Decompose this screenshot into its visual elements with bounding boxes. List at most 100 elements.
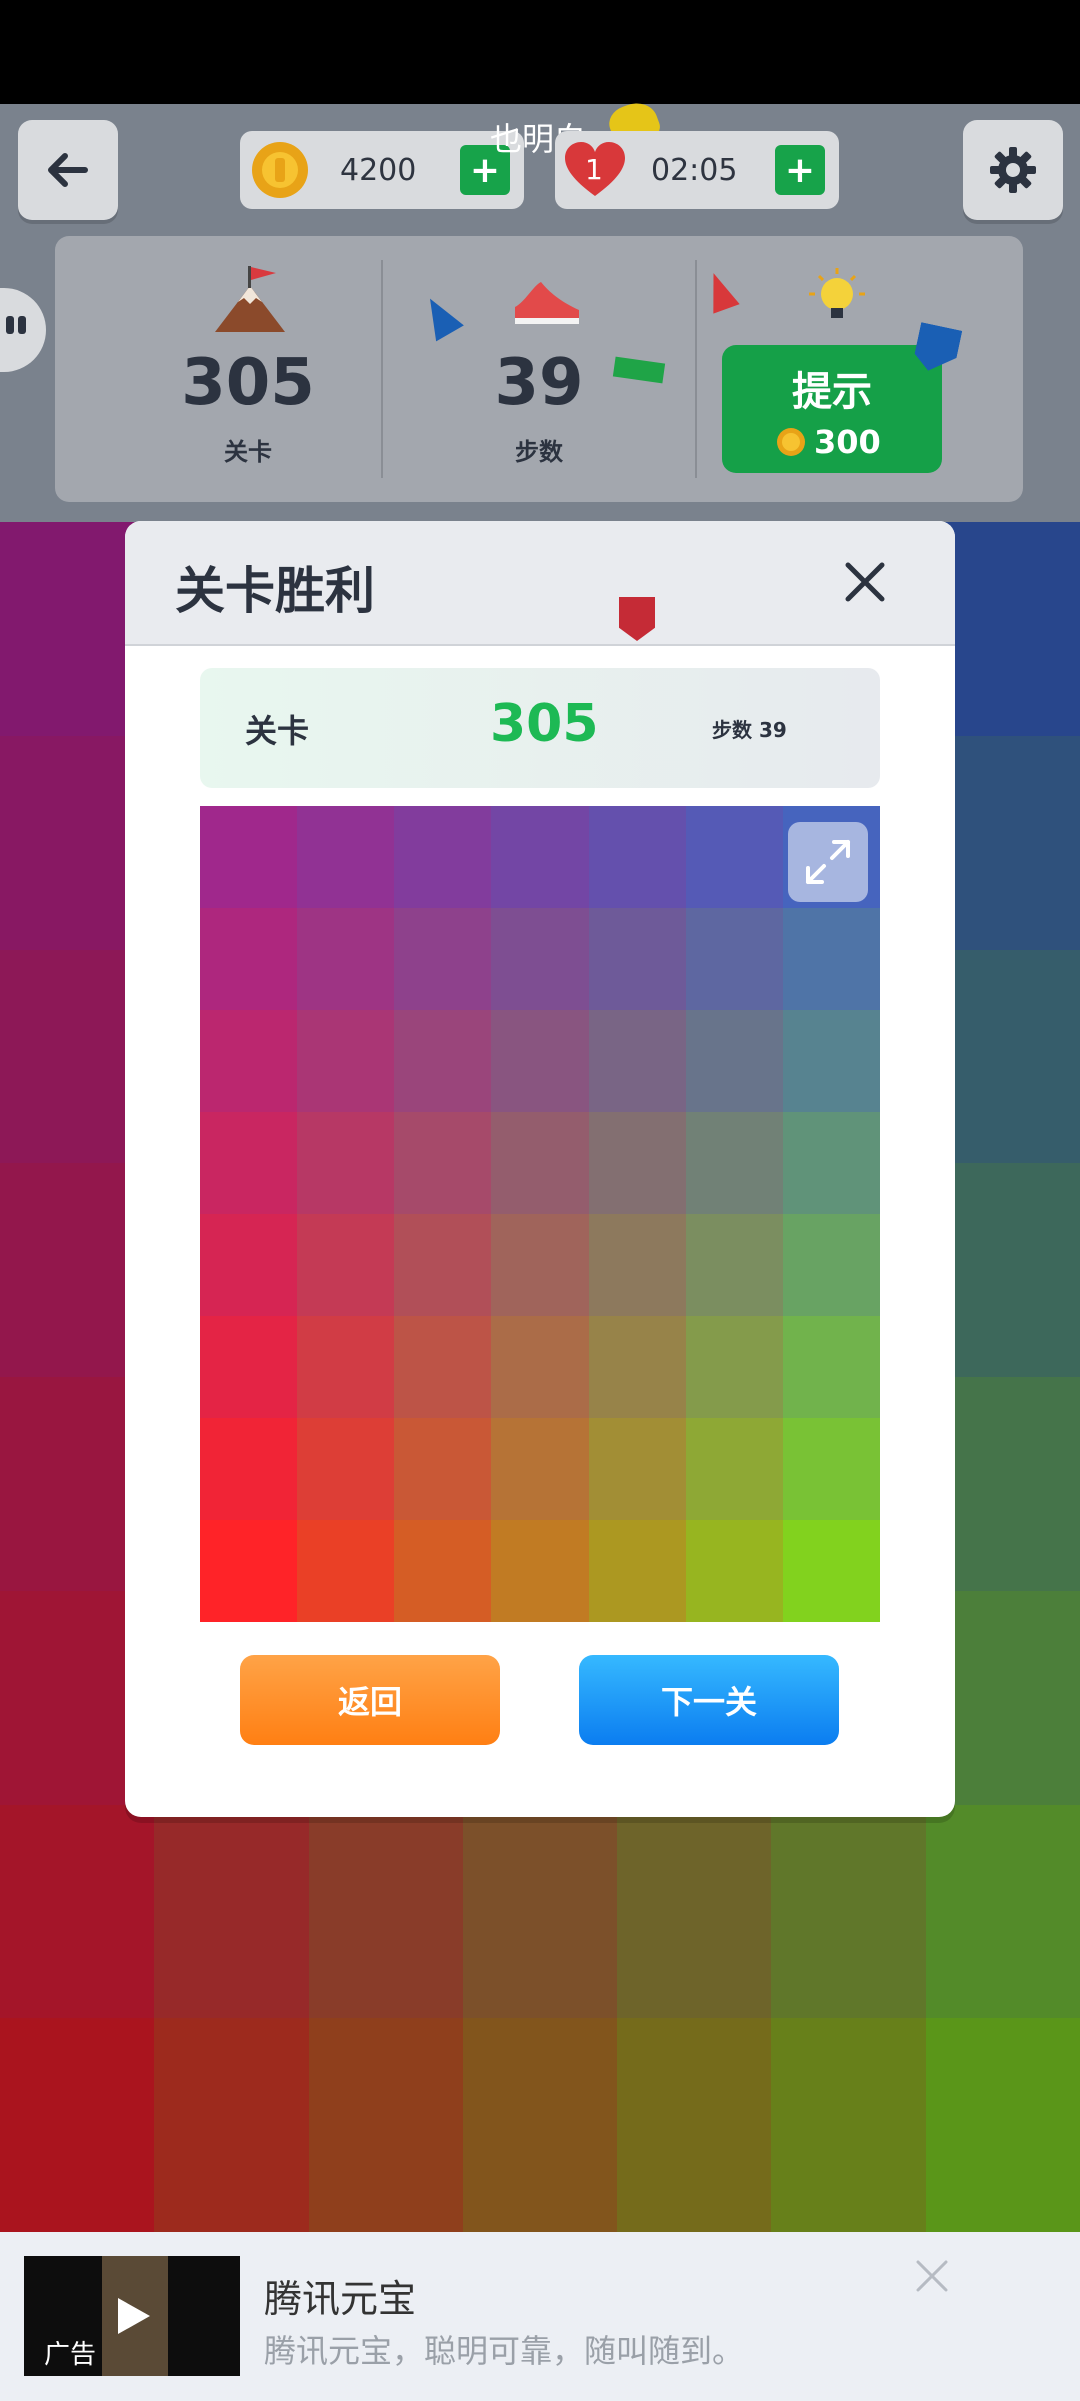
hint-cost: 300 [814, 423, 881, 461]
preview-cell [200, 1214, 297, 1316]
preview-cell [491, 908, 589, 1010]
steps-label: 步数 [515, 438, 563, 466]
background-cell [0, 1805, 154, 2018]
preview-cell [200, 1520, 297, 1622]
preview-cell [297, 908, 394, 1010]
timer-value: 02:05 [651, 152, 738, 188]
preview-cell [783, 1316, 880, 1418]
preview-cell [686, 1316, 783, 1418]
preview-cell [491, 1112, 589, 1214]
expand-button[interactable] [788, 822, 868, 902]
preview-cell [783, 1010, 880, 1112]
level-number: 305 [181, 346, 315, 420]
background-cell [154, 1805, 309, 2018]
background-cell [617, 1805, 771, 2018]
preview-cell [200, 1010, 297, 1112]
preview-cell [200, 806, 297, 908]
preview-cell [297, 1316, 394, 1418]
preview-cell [394, 1418, 491, 1520]
preview-cell [589, 1214, 686, 1316]
preview-cell [394, 806, 491, 908]
preview-cell [491, 806, 589, 908]
preview-cell [200, 1316, 297, 1418]
steps-number: 39 [494, 346, 584, 420]
preview-cell [686, 806, 783, 908]
coin-icon [777, 428, 805, 456]
play-icon [118, 2298, 150, 2334]
background-cell [154, 2018, 309, 2232]
coin-icon [252, 142, 308, 198]
lightbulb-icon [809, 268, 865, 318]
next-level-button[interactable]: 下一关 [579, 1655, 839, 1745]
preview-cell [491, 1214, 589, 1316]
background-cell [926, 2018, 1080, 2232]
preview-cell [686, 1010, 783, 1112]
preview-cell [783, 1112, 880, 1214]
preview-cell [394, 908, 491, 1010]
background-cell [771, 2018, 926, 2232]
preview-cell [297, 1214, 394, 1316]
preview-cell [491, 1316, 589, 1418]
preview-cell [783, 1418, 880, 1520]
preview-cell [589, 1520, 686, 1622]
background-cell [926, 1805, 1080, 2018]
coin-value: 4200 [340, 152, 417, 188]
add-lives-button[interactable]: + [775, 145, 825, 195]
preview-cell [297, 1112, 394, 1214]
back-button[interactable] [18, 120, 118, 220]
stats-divider [695, 260, 697, 478]
preview-cell [589, 1418, 686, 1520]
ad-title: 腾讯元宝 [264, 2277, 417, 2321]
background-cell [463, 2018, 617, 2232]
settings-button[interactable] [963, 120, 1063, 220]
preview-cell [297, 806, 394, 908]
preview-cell [394, 1520, 491, 1622]
background-cell [463, 1805, 617, 2018]
ad-thumbnail[interactable]: 广告 [24, 2256, 240, 2376]
background-cell [0, 2018, 154, 2232]
summary-level-label: 关卡 [245, 712, 310, 750]
preview-cell [491, 1520, 589, 1622]
ad-subtitle: 腾讯元宝，聪明可靠，随叫随到。 [264, 2332, 745, 2370]
ad-badge: 广告 [44, 2340, 97, 2370]
lives-count: 1 [585, 153, 603, 186]
preview-cell [394, 1112, 491, 1214]
preview-cell [783, 1214, 880, 1316]
preview-cell [394, 1316, 491, 1418]
preview-cell [686, 908, 783, 1010]
preview-cell [686, 1418, 783, 1520]
preview-cell [394, 1010, 491, 1112]
sneaker-icon [515, 282, 579, 324]
summary-steps: 步数 39 [712, 718, 787, 742]
hint-button[interactable]: 提示 300 [722, 345, 942, 473]
background-cell [309, 2018, 463, 2232]
background-cell [309, 1805, 463, 2018]
preview-cell [491, 1010, 589, 1112]
preview-cell [686, 1112, 783, 1214]
dialog-title: 关卡胜利 [175, 562, 375, 620]
preview-cell [783, 1520, 880, 1622]
preview-cell [783, 908, 880, 1010]
preview-cell [589, 1316, 686, 1418]
preview-cell [589, 908, 686, 1010]
preview-cell [589, 806, 686, 908]
stats-divider [381, 260, 383, 478]
close-icon[interactable] [912, 2256, 952, 2296]
arrow-left-icon [48, 153, 88, 187]
level-label: 关卡 [224, 438, 272, 466]
background-cell [771, 1805, 926, 2018]
lives-timer: 1 02:05 + [555, 131, 839, 209]
preview-cell [200, 1112, 297, 1214]
close-icon[interactable] [840, 557, 890, 607]
ad-banner[interactable]: 广告 腾讯元宝 腾讯元宝，聪明可靠，随叫随到。 [0, 2232, 1080, 2401]
preview-cell [200, 908, 297, 1010]
preview-cell [297, 1418, 394, 1520]
background-cell [617, 2018, 771, 2232]
return-button[interactable]: 返回 [240, 1655, 500, 1745]
preview-cell [589, 1010, 686, 1112]
solved-puzzle-preview [200, 806, 880, 1622]
preview-cell [589, 1112, 686, 1214]
level-summary: 关卡 305 步数 39 [200, 668, 880, 788]
preview-cell [686, 1214, 783, 1316]
dialog-header: 关卡胜利 [125, 521, 955, 646]
